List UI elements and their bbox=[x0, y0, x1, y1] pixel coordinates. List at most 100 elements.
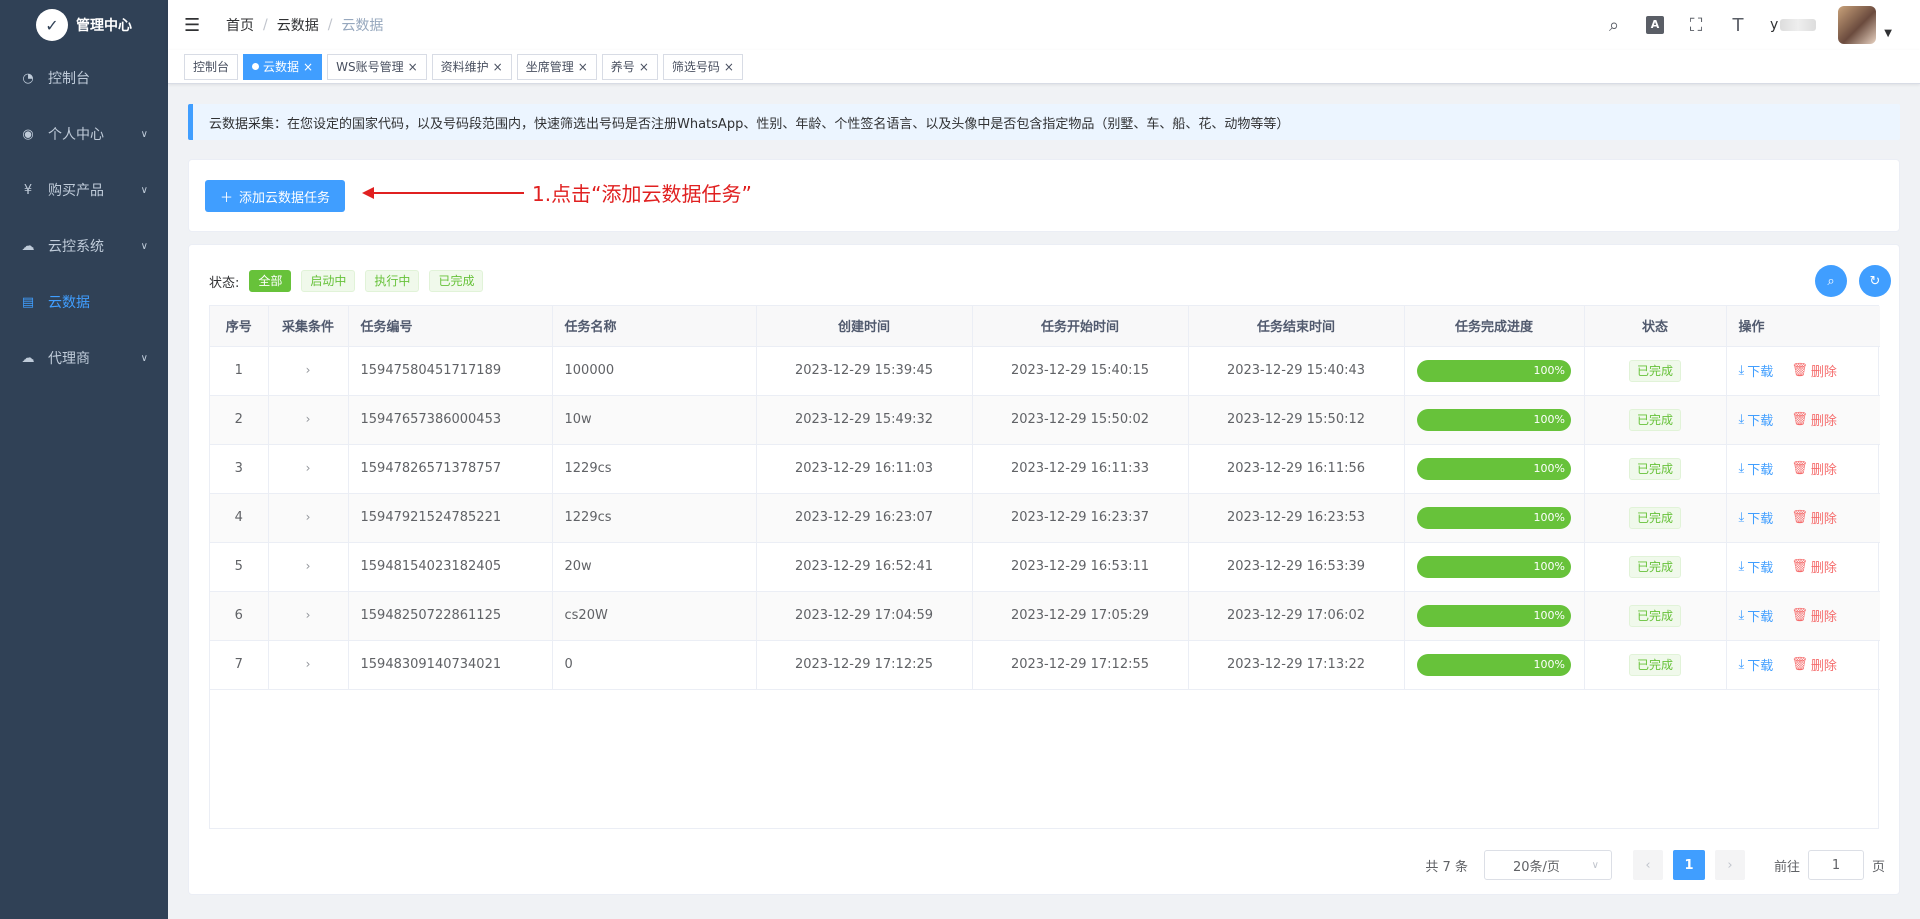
expand-chevron-icon[interactable]: › bbox=[306, 657, 311, 671]
expand-chevron-icon[interactable]: › bbox=[306, 559, 311, 573]
close-icon[interactable]: × bbox=[639, 55, 649, 79]
page-size-select[interactable]: 20条/页 ∨ bbox=[1483, 850, 1612, 880]
trash-icon: 🗑︎ bbox=[1791, 461, 1808, 476]
download-button[interactable]: ⤓ 下载 bbox=[1739, 606, 1774, 625]
close-icon[interactable]: × bbox=[408, 55, 418, 79]
download-icon: ⤓ bbox=[1738, 657, 1745, 672]
add-task-button[interactable]: ＋ 添加云数据任务 bbox=[205, 180, 346, 212]
fullscreen-icon[interactable]: ⛶ bbox=[1686, 15, 1706, 36]
progress-text: 100% bbox=[1533, 559, 1565, 573]
breadcrumb-home[interactable]: 首页 bbox=[226, 15, 254, 35]
download-button[interactable]: ⤓ 下载 bbox=[1739, 410, 1774, 429]
start-time: 2023-12-29 15:40:15 bbox=[972, 346, 1189, 396]
progress-bar: 100% bbox=[1417, 408, 1571, 431]
row-index: 4 bbox=[210, 493, 269, 543]
tab-4[interactable]: 坐席管理 × bbox=[516, 53, 597, 80]
tab-6[interactable]: 筛选号码 × bbox=[662, 53, 743, 80]
yen-icon: ¥ bbox=[23, 182, 33, 198]
trash-icon: 🗑︎ bbox=[1791, 559, 1808, 574]
prev-page-button[interactable]: ‹ bbox=[1632, 850, 1663, 880]
delete-button[interactable]: 🗑︎ 删除 bbox=[1791, 606, 1837, 625]
table-row: 2 › 15947657386000453 10w 2023-12-29 15:… bbox=[210, 395, 1880, 445]
download-button[interactable]: ⤓ 下载 bbox=[1739, 508, 1774, 527]
created-time: 2023-12-29 15:39:45 bbox=[756, 346, 973, 396]
expand-chevron-icon[interactable]: › bbox=[306, 510, 311, 524]
delete-button[interactable]: 🗑︎ 删除 bbox=[1791, 508, 1837, 527]
task-name: 100000 bbox=[552, 346, 757, 396]
expand-chevron-icon[interactable]: › bbox=[306, 363, 311, 377]
task-id: 15947580451717189 bbox=[348, 346, 553, 396]
sidebar-item-1[interactable]: ◉ 个人中心 ∨ bbox=[0, 106, 168, 162]
tab-0[interactable]: 控制台 bbox=[184, 53, 239, 80]
logo[interactable]: ✓ 管理中心 bbox=[0, 0, 168, 50]
column-header: 任务完成进度 bbox=[1404, 306, 1585, 347]
page-number-1[interactable]: 1 bbox=[1672, 850, 1705, 880]
end-time: 2023-12-29 15:40:43 bbox=[1188, 346, 1405, 396]
close-icon[interactable]: × bbox=[493, 55, 503, 79]
download-button[interactable]: ⤓ 下载 bbox=[1739, 459, 1774, 478]
expand-chevron-icon[interactable]: › bbox=[306, 608, 311, 622]
tab-2[interactable]: WS账号管理 × bbox=[327, 53, 427, 80]
active-dot-icon bbox=[252, 63, 260, 70]
sidebar-item-5[interactable]: ☁ 代理商 ∨ bbox=[0, 330, 168, 386]
expand-chevron-icon[interactable]: › bbox=[306, 461, 311, 475]
header: ☰ 首页 / 云数据 / 云数据 ⌕ A ⛶ T y ▼ bbox=[168, 0, 1920, 50]
tab-3[interactable]: 资料维护 × bbox=[431, 53, 512, 80]
annotation: 1.点击“添加云数据任务” bbox=[362, 178, 752, 207]
close-icon[interactable]: × bbox=[724, 55, 734, 79]
user-icon: ◉ bbox=[22, 126, 34, 142]
delete-button[interactable]: 🗑︎ 删除 bbox=[1791, 410, 1837, 429]
filter-option-1[interactable]: 启动中 bbox=[301, 270, 356, 292]
font-size-icon[interactable]: T bbox=[1728, 15, 1748, 36]
refresh-button[interactable]: ↻ bbox=[1859, 265, 1891, 297]
task-name: 10w bbox=[552, 395, 757, 445]
next-page-button[interactable]: › bbox=[1714, 850, 1745, 880]
column-header: 任务开始时间 bbox=[972, 306, 1189, 347]
delete-button[interactable]: 🗑︎ 删除 bbox=[1791, 557, 1837, 576]
page-jump-input[interactable] bbox=[1807, 850, 1864, 880]
progress-bar: 100% bbox=[1417, 359, 1571, 382]
end-time: 2023-12-29 16:11:56 bbox=[1188, 444, 1405, 494]
filter-option-3[interactable]: 已完成 bbox=[429, 270, 484, 292]
delete-button[interactable]: 🗑︎ 删除 bbox=[1791, 459, 1837, 478]
filter-label: 状态: bbox=[209, 275, 240, 291]
download-button[interactable]: ⤓ 下载 bbox=[1739, 557, 1774, 576]
table-header: 序号 采集条件 任务编号 任务名称 创建时间 任务开始时间 任务结束时间 任务完成进度 状态 操作 bbox=[210, 306, 1880, 347]
progress-text: 100% bbox=[1533, 657, 1565, 671]
search-button[interactable]: ⌕ bbox=[1815, 265, 1847, 297]
filter-option-2[interactable]: 执行中 bbox=[365, 270, 420, 292]
column-header: 采集条件 bbox=[268, 306, 349, 347]
sidebar-item-label: 购买产品 bbox=[48, 183, 104, 199]
username[interactable]: y bbox=[1770, 17, 1817, 33]
sidebar-item-2[interactable]: ¥ 购买产品 ∨ bbox=[0, 162, 168, 218]
annotation-text: 1.点击“添加云数据任务” bbox=[532, 182, 752, 206]
download-button[interactable]: ⤓ 下载 bbox=[1739, 655, 1774, 674]
cloud-icon: ☁ bbox=[21, 238, 35, 254]
caret-down-icon[interactable]: ▼ bbox=[1884, 28, 1892, 39]
download-button[interactable]: ⤓ 下载 bbox=[1739, 361, 1774, 380]
sidebar-item-3[interactable]: ☁ 云控系统 ∨ bbox=[0, 218, 168, 274]
tab-5[interactable]: 养号 × bbox=[601, 53, 658, 80]
table-row: 5 › 15948154023182405 20w 2023-12-29 16:… bbox=[210, 542, 1880, 592]
delete-button[interactable]: 🗑︎ 删除 bbox=[1791, 361, 1837, 380]
table-row: 3 › 15947826571378757 1229cs 2023-12-29 … bbox=[210, 444, 1880, 494]
tab-1[interactable]: 云数据 × bbox=[243, 53, 323, 80]
row-index: 6 bbox=[210, 591, 269, 641]
expand-chevron-icon[interactable]: › bbox=[306, 412, 311, 426]
search-icon[interactable]: ⌕ bbox=[1604, 15, 1624, 36]
breadcrumb-section[interactable]: 云数据 bbox=[277, 15, 319, 35]
avatar[interactable] bbox=[1838, 6, 1877, 44]
sidebar-item-label: 云控系统 bbox=[48, 239, 104, 255]
sidebar-item-4[interactable]: ▤ 云数据 bbox=[0, 274, 168, 330]
progress-bar: 100% bbox=[1417, 604, 1571, 627]
hamburger-icon[interactable]: ☰ bbox=[184, 15, 208, 36]
task-name: cs20W bbox=[552, 591, 757, 641]
table-card: 状态: 全部 启动中 执行中 已完成 ⌕ ↻ 序号 采集条件 任务编号 任务名称 创建时间 任务… bbox=[188, 244, 1900, 895]
delete-button[interactable]: 🗑︎ 删除 bbox=[1791, 655, 1837, 674]
filter-option-0[interactable]: 全部 bbox=[249, 270, 292, 292]
task-name: 20w bbox=[552, 542, 757, 592]
close-icon[interactable]: × bbox=[303, 55, 313, 79]
sidebar-item-0[interactable]: ◔ 控制台 bbox=[0, 50, 168, 106]
translate-icon[interactable]: A bbox=[1646, 16, 1664, 34]
close-icon[interactable]: × bbox=[578, 55, 588, 79]
